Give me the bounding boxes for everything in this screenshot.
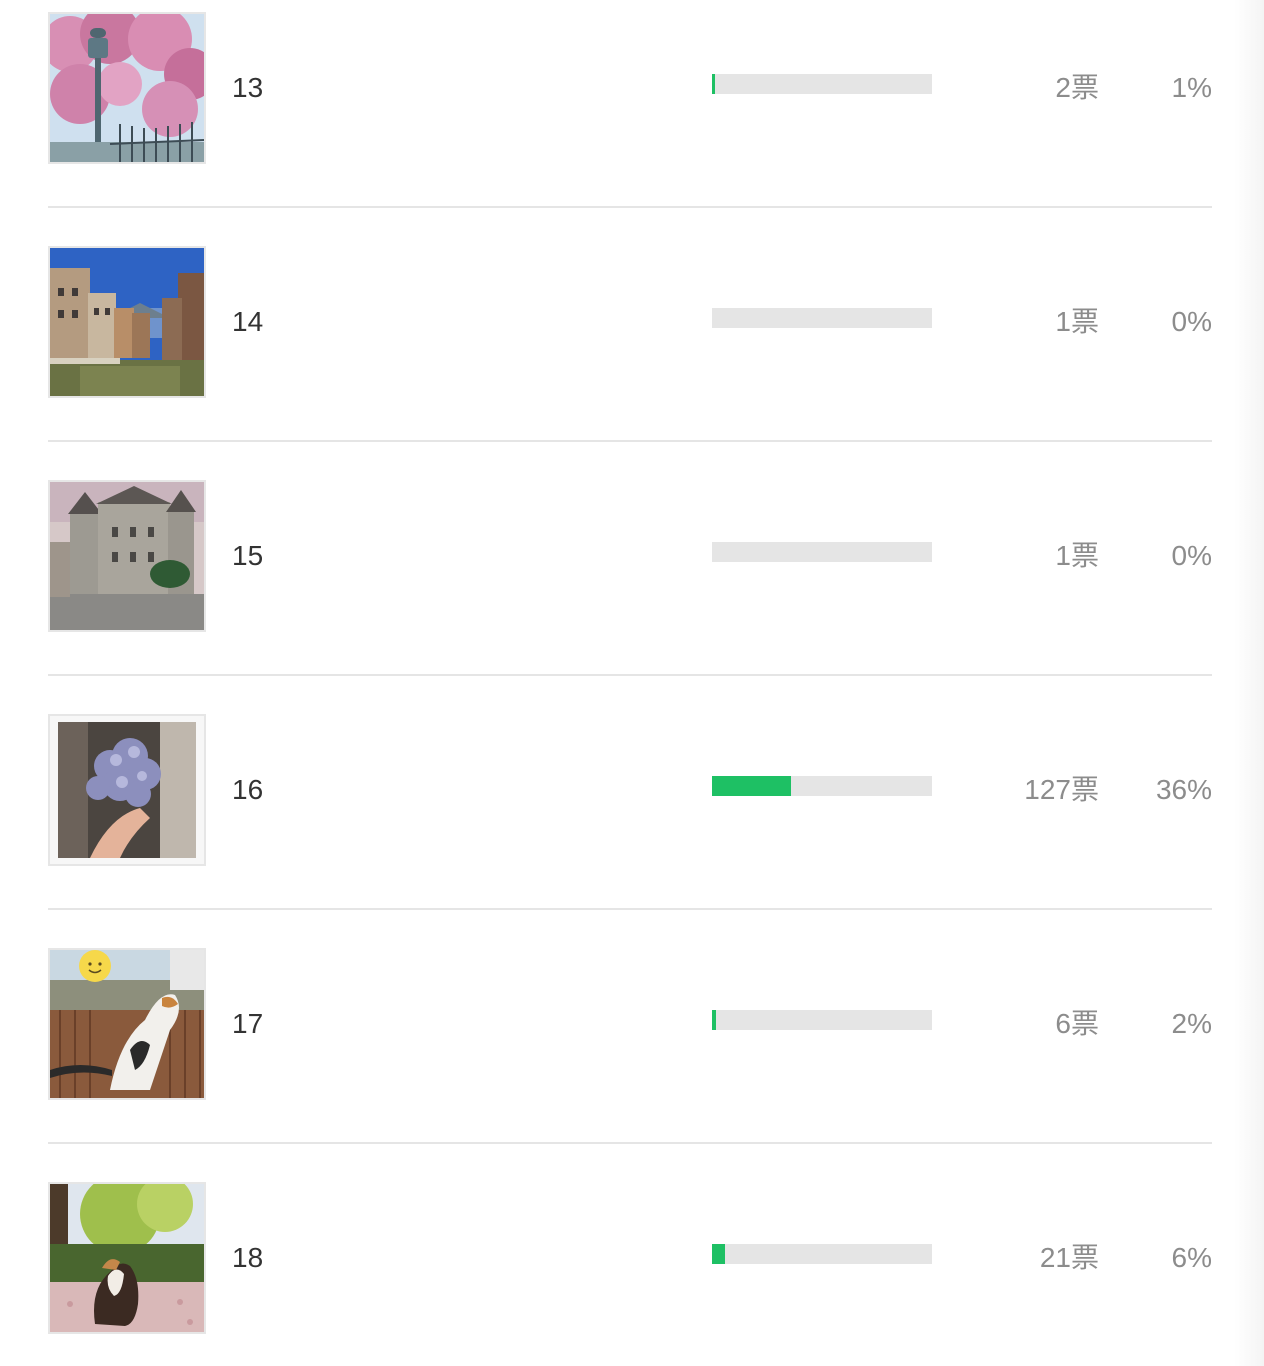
cherry-blossom-lamppost-photo[interactable] xyxy=(48,12,206,164)
poll-option-row[interactable]: 14 1票 0% xyxy=(48,208,1212,442)
option-number: 17 xyxy=(232,1008,264,1039)
vote-count: 6票 xyxy=(1055,1008,1099,1039)
poll-option-row[interactable]: 16 127票 36% xyxy=(48,676,1212,910)
vote-count: 127票 xyxy=(1024,774,1099,805)
poll-option-row[interactable]: 15 1票 0% xyxy=(48,442,1212,676)
poll-option-list: 13 2票 1% 14 1票 0% 15 1票 0% 16 127票 36% 1… xyxy=(48,0,1212,1366)
vote-percentage: 36% xyxy=(1155,774,1212,805)
vote-progress-fill xyxy=(712,1244,726,1264)
vote-count: 21票 xyxy=(1039,1242,1099,1273)
vote-progress-bar xyxy=(712,542,932,562)
vote-progress-bar xyxy=(712,308,932,328)
poll-results-page: 13 2票 1% 14 1票 0% 15 1票 0% 16 127票 36% 1… xyxy=(0,0,1264,1366)
vote-percentage: 0% xyxy=(1171,540,1212,571)
vote-progress-fill xyxy=(712,74,715,94)
vote-count: 2票 xyxy=(1055,72,1099,103)
vote-progress-bar xyxy=(712,1010,932,1030)
vote-count: 1票 xyxy=(1055,306,1099,337)
vote-progress-fill xyxy=(712,1010,717,1030)
vote-progress-bar xyxy=(712,1244,932,1264)
dog-in-garden-photo[interactable] xyxy=(48,1182,206,1334)
vote-percentage: 2% xyxy=(1171,1008,1212,1039)
vote-percentage: 1% xyxy=(1171,72,1212,103)
cat-on-balcony-photo[interactable] xyxy=(48,948,206,1100)
option-number: 14 xyxy=(232,306,264,337)
option-number: 18 xyxy=(232,1242,264,1273)
option-number: 16 xyxy=(232,774,264,805)
option-number: 15 xyxy=(232,540,264,571)
vote-progress-bar xyxy=(712,74,932,94)
poll-option-row[interactable]: 17 6票 2% xyxy=(48,910,1212,1144)
vote-percentage: 6% xyxy=(1171,1242,1212,1273)
poll-option-row[interactable]: 18 21票 6% xyxy=(48,1144,1212,1366)
poll-option-row[interactable]: 13 2票 1% xyxy=(48,0,1212,208)
vote-count: 1票 xyxy=(1055,540,1099,571)
scroll-edge-shadow xyxy=(1234,0,1264,1366)
option-number: 13 xyxy=(232,72,264,103)
vote-progress-fill xyxy=(712,776,792,796)
castle-photo[interactable] xyxy=(48,480,206,632)
vote-progress-bar xyxy=(712,776,932,796)
vote-percentage: 0% xyxy=(1171,306,1212,337)
canal-town-photo[interactable] xyxy=(48,246,206,398)
hydrangea-bouquet-photo[interactable] xyxy=(48,714,206,866)
